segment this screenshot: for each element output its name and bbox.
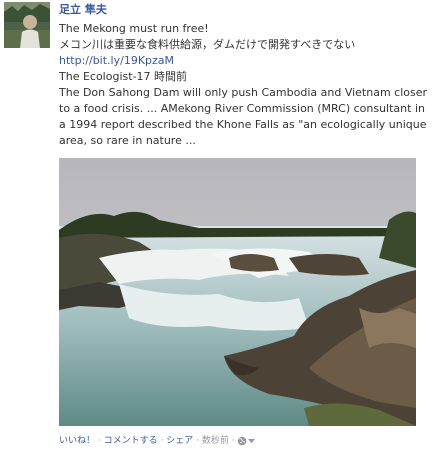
post-actions: いいね！ · コメントする · シェア · 数秒前 · bbox=[59, 434, 256, 448]
author-name[interactable]: 足立 隼夫 bbox=[59, 2, 431, 17]
message-line-1: The Mekong must run free! bbox=[59, 22, 209, 35]
separator: · bbox=[193, 436, 202, 446]
post-timestamp[interactable]: 数秒前 bbox=[202, 436, 229, 446]
waterfall-image bbox=[59, 158, 416, 426]
attachment-description: The Don Sahong Dam will only push Cambod… bbox=[59, 86, 428, 147]
separator: · bbox=[157, 436, 167, 446]
attachment-source[interactable]: The Ecologist bbox=[59, 70, 133, 83]
attachment-time: 17 時間前 bbox=[136, 70, 188, 83]
attachment-photo[interactable] bbox=[59, 158, 416, 426]
globe-icon bbox=[237, 436, 247, 446]
separator: · bbox=[95, 436, 104, 446]
like-button[interactable]: いいね！ bbox=[59, 436, 95, 446]
message-line-2: メコン川は重要な食料供給源，ダムだけで開発すべきでない bbox=[59, 38, 356, 51]
post-body: 足立 隼夫 The Mekong must run free! メコン川は重要な… bbox=[59, 0, 431, 149]
post-message: The Mekong must run free! メコン川は重要な食料供給源，… bbox=[59, 21, 431, 149]
attachment-source-line: The Ecologist-17 時間前 bbox=[59, 70, 188, 83]
shared-link[interactable]: http://bit.ly/19KpzaM bbox=[59, 53, 431, 69]
comment-button[interactable]: コメントする bbox=[104, 436, 158, 446]
chevron-down-icon[interactable] bbox=[247, 436, 256, 446]
avatar[interactable] bbox=[4, 2, 50, 48]
share-button[interactable]: シェア bbox=[166, 436, 193, 446]
avatar-photo bbox=[4, 2, 50, 48]
